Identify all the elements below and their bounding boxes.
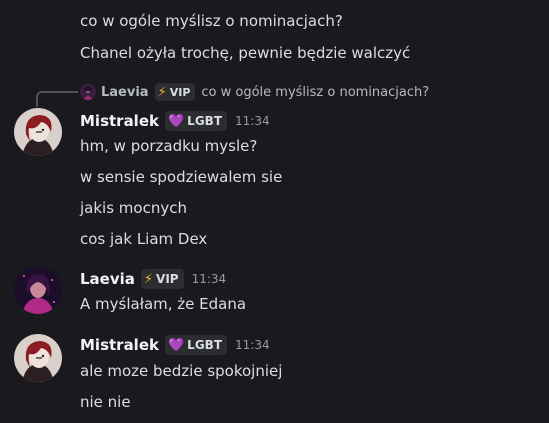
role-tag[interactable]: ⚡ VIP [154,83,196,101]
reply-avatar[interactable] [80,84,96,100]
message-line: hm, w porzadku mysle? [80,137,258,155]
lightning-icon: ⚡ [157,84,167,100]
role-tag-label: LGBT [187,114,222,128]
timestamp[interactable]: 11:34 [192,272,227,286]
role-tag-label: VIP [156,272,179,286]
role-tag[interactable]: 💜 LGBT [164,111,227,131]
message-line: nie nie [80,393,131,411]
reply-spine [36,91,78,107]
username[interactable]: Mistralek [80,336,159,354]
avatar[interactable] [14,266,62,314]
timestamp[interactable]: 11:34 [235,338,270,352]
reply-author[interactable]: Laevia [101,85,149,100]
username[interactable]: Laevia [80,270,135,288]
heart-icon: 💜 [167,337,185,353]
role-tag[interactable]: 💜 LGBT [164,335,227,355]
reply-preview[interactable]: Laevia ⚡ VIP co w ogóle myślisz o nomina… [80,82,429,102]
message-line: jakis mocnych [80,199,187,217]
role-tag-label: VIP [169,85,191,99]
message-header: Mistralek 💜 LGBT 11:34 [80,110,270,132]
reply-text[interactable]: co w ogóle myślisz o nominacjach? [201,85,429,100]
avatar[interactable] [14,334,62,382]
message-line: ale moze bedzie spokojniej [80,362,283,380]
role-tag[interactable]: ⚡ VIP [140,269,184,289]
message-line: w sensie spodziewalem sie [80,168,283,186]
heart-icon: 💜 [167,113,185,129]
avatar[interactable] [14,108,62,156]
message-line: A myślałam, że Edana [80,295,247,313]
timestamp[interactable]: 11:34 [235,114,270,128]
message-line: co w ogóle myślisz o nominacjach? [80,12,343,30]
message-header: Laevia ⚡ VIP 11:34 [80,268,226,290]
username[interactable]: Mistralek [80,112,159,130]
message-line: cos jak Liam Dex [80,230,208,248]
message-line: Chanel ożyła trochę, pewnie będzie walcz… [80,44,411,62]
chat-message-list: co w ogóle myślisz o nominacjach? Chanel… [0,0,549,423]
role-tag-label: LGBT [187,338,222,352]
message-header: Mistralek 💜 LGBT 11:34 [80,334,270,356]
lightning-icon: ⚡ [143,271,154,287]
